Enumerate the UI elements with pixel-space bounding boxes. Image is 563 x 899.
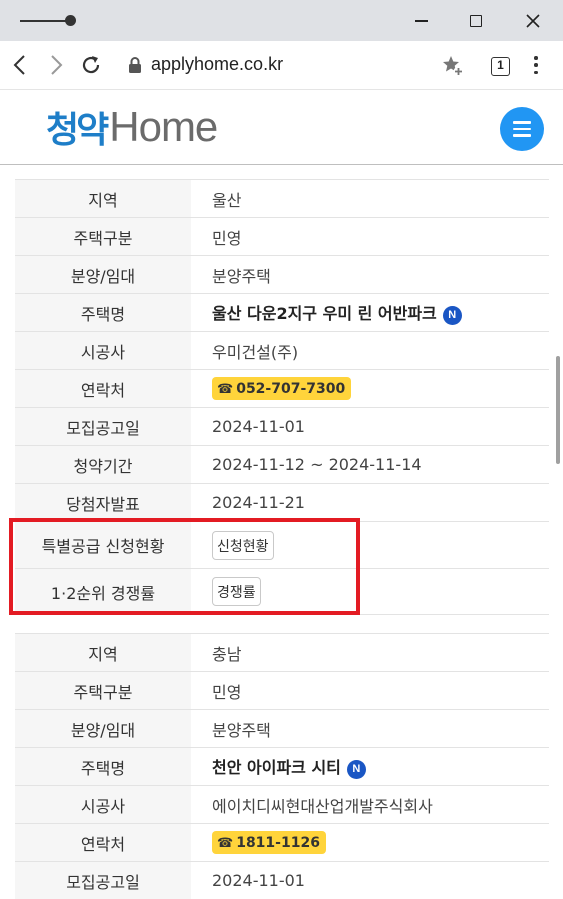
site-header: 청약 Home [0,90,563,165]
housing-name-link[interactable]: 울산 다운2지구 우미 린 어반파크 [212,304,437,323]
row-value: 민영 [212,682,242,702]
table-row: 주택구분 민영 [15,217,549,256]
new-badge: N [346,760,366,779]
menu-button[interactable] [500,107,544,151]
phone-button[interactable]: ☎ 1811-1126 [212,831,326,854]
table-row: 지역 충남 [15,633,549,672]
table-row: 모집공고일 2024-11-01 [15,861,549,899]
row-label: 청약기간 [15,445,191,484]
reload-button[interactable] [77,51,105,79]
browser-toolbar: applyhome.co.kr 1 [0,41,563,90]
table-row: 분양/임대 분양주택 [15,709,549,748]
row-value: 분양주택 [212,266,271,286]
row-label: 연락처 [15,823,191,862]
table-row: 주택명 천안 아이파크 시티 N [15,747,549,786]
row-value: 2024-11-01 [212,871,305,890]
favorites-button[interactable] [440,53,466,79]
row-label: 주택명 [15,747,191,786]
menu-icon-line [513,127,531,131]
row-value: ☎ 1811-1126 [191,824,549,862]
highlight-box [9,518,360,615]
row-value: 분양주택 [212,720,271,740]
row-label: 분양/임대 [15,709,191,748]
star-add-icon [443,56,464,77]
row-value: 2024-11-12 ~ 2024-11-14 [212,455,422,474]
forward-button[interactable] [43,51,71,79]
row-value: 충남 [212,644,242,664]
table-row: 시공사 에이치디씨현대산업개발주식회사 [15,785,549,824]
row-value: 울산 다운2지구 우미 린 어반파크 N [191,294,549,332]
back-button[interactable] [5,51,33,79]
phone-number: 052-707-7300 [236,381,346,397]
row-label: 시공사 [15,785,191,824]
row-label: 모집공고일 [15,861,191,899]
browser-titlebar [0,0,563,41]
table-row: 주택구분 민영 [15,671,549,710]
row-label: 주택구분 [15,217,191,256]
housing-name-link[interactable]: 천안 아이파크 시티 [212,758,341,777]
table-row: 모집공고일 2024-11-01 [15,407,549,446]
row-value: 2024-11-21 [212,493,305,512]
table-row: 청약기간 2024-11-12 ~ 2024-11-14 [15,445,549,484]
row-value: 우미건설(주) [212,342,299,362]
menu-icon-line [513,134,531,137]
row-label: 모집공고일 [15,407,191,446]
arrow-left-icon [13,55,25,75]
site-logo[interactable]: 청약 Home [46,103,218,151]
maximize-button[interactable] [462,7,490,35]
row-label: 당첨자발표 [15,483,191,522]
table-row: 주택명 울산 다운2지구 우미 린 어반파크 N [15,293,549,332]
listing-table-2: 지역 충남 주택구분 민영 분양/임대 분양주택 주택명 천안 아이파크 시티 N 시공… [15,633,549,899]
more-menu-button[interactable] [528,54,544,76]
tab-strip-slider-knob[interactable] [65,15,76,26]
arrow-right-icon [51,55,63,75]
phone-icon: ☎ [217,382,234,397]
row-label: 시공사 [15,331,191,370]
lock-icon[interactable] [128,57,142,78]
phone-icon: ☎ [217,836,234,851]
tab-strip-slider[interactable] [20,20,70,22]
minimize-icon [414,20,428,22]
maximize-icon [470,15,482,27]
close-icon [526,14,540,28]
row-value: 2024-11-01 [212,417,305,436]
scrollbar-thumb[interactable] [556,356,560,464]
row-value: 민영 [212,228,242,248]
logo-english: Home [109,103,218,150]
minimize-button[interactable] [407,7,435,35]
tab-count-button[interactable]: 1 [491,57,510,76]
row-value: 에이치디씨현대산업개발주식회사 [212,796,433,816]
table-row: 지역 울산 [15,179,549,218]
row-label: 연락처 [15,369,191,408]
row-value: 천안 아이파크 시티 N [191,748,549,786]
row-value: 울산 [212,190,242,210]
reload-icon [82,56,100,74]
new-badge: N [442,306,462,325]
table-row: 당첨자발표 2024-11-21 [15,483,549,522]
table-row: 분양/임대 분양주택 [15,255,549,294]
row-label: 주택명 [15,293,191,332]
menu-icon-line [513,121,531,124]
phone-number: 1811-1126 [236,835,320,851]
logo-korean: 청약 [46,110,109,151]
table-row: 연락처 ☎ 052-707-7300 [15,369,549,408]
table-row: 연락처 ☎ 1811-1126 [15,823,549,862]
scrollbar[interactable] [553,166,563,899]
row-label: 분양/임대 [15,255,191,294]
row-value: ☎ 052-707-7300 [191,370,549,408]
phone-button[interactable]: ☎ 052-707-7300 [212,377,352,400]
listing-content: 지역 울산 주택구분 민영 분양/임대 분양주택 주택명 울산 다운2지구 우미 린 … [0,166,563,899]
close-window-button[interactable] [519,7,547,35]
row-label: 지역 [15,633,191,672]
url-text[interactable]: applyhome.co.kr [151,54,283,75]
table-row: 시공사 우미건설(주) [15,331,549,370]
row-label: 주택구분 [15,671,191,710]
row-label: 지역 [15,179,191,218]
